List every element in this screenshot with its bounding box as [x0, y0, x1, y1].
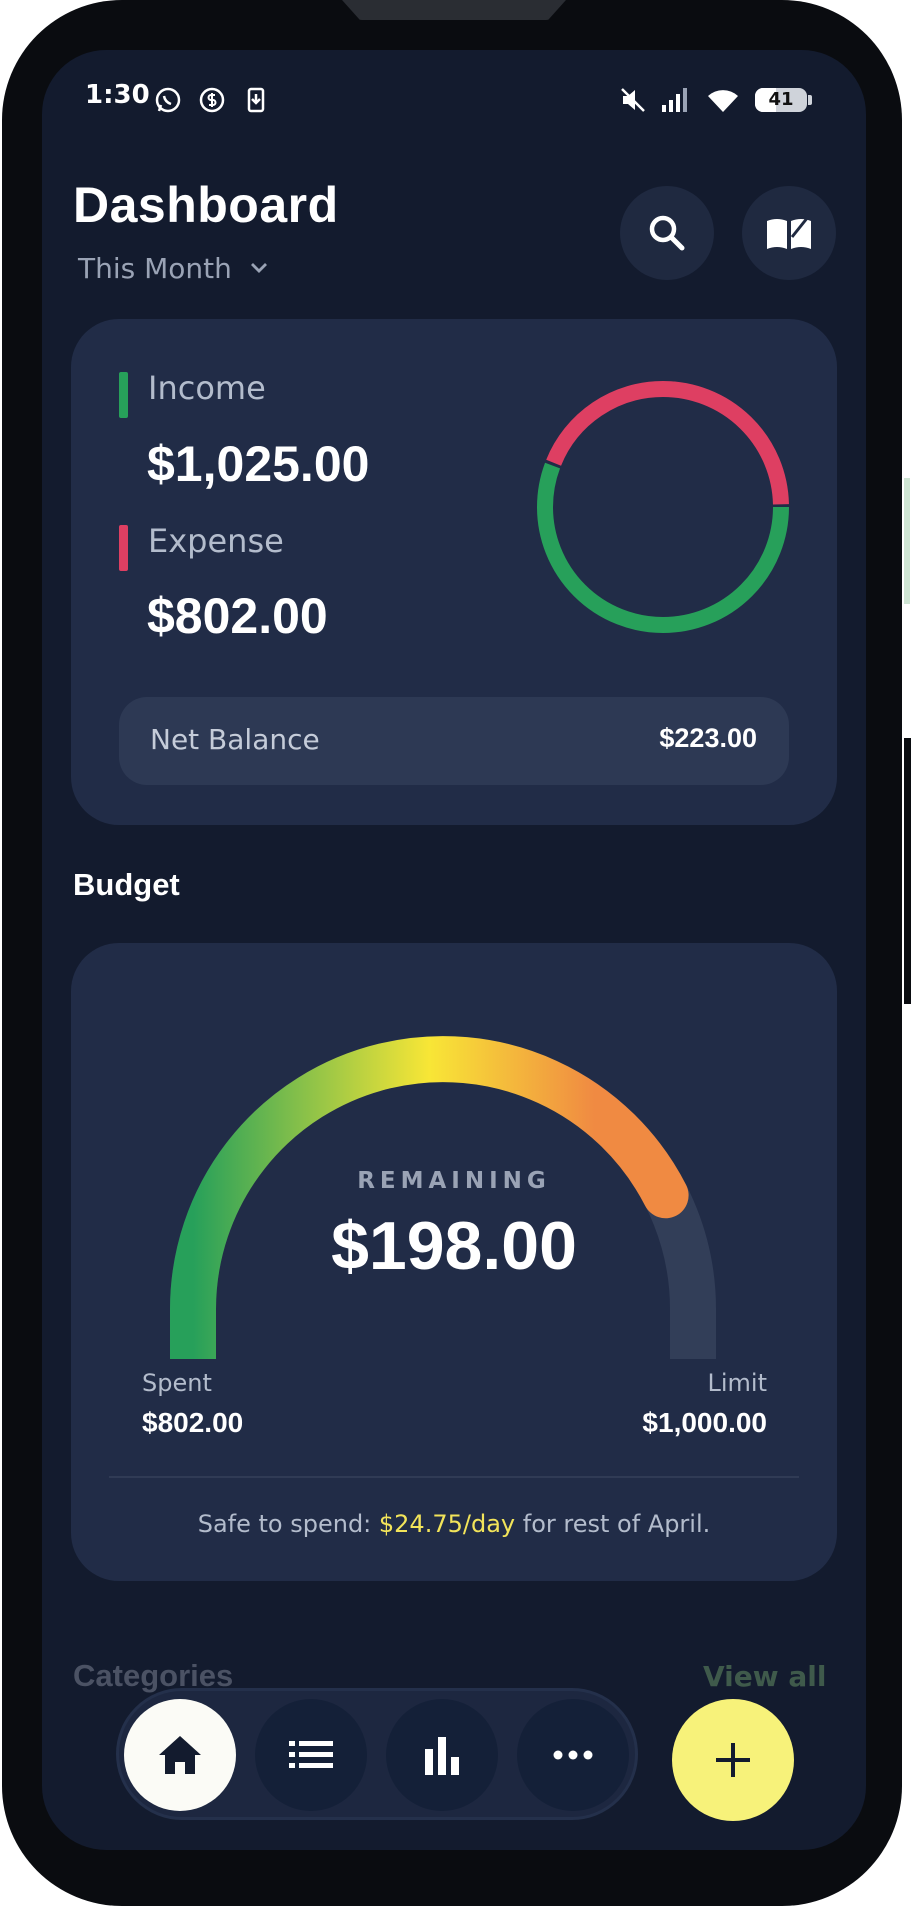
chart-icon: [425, 1737, 459, 1775]
net-balance-amount: $223.00: [659, 723, 757, 753]
limit-label: Limit: [707, 1369, 768, 1397]
safe-daily-rate: $24.75/day: [378, 1510, 516, 1538]
income-indicator: [119, 372, 128, 418]
net-balance-label: Net Balance: [150, 723, 320, 756]
net-balance-row: Net Balance $223.00: [119, 697, 789, 785]
safe-prefix: Safe to spend:: [197, 1510, 379, 1538]
signal-icon: [662, 88, 687, 112]
download-icon: [247, 87, 265, 113]
battery-tip: [808, 95, 812, 105]
budget-card: REMAINING $198.00 Spent $802.00 Limit $1…: [71, 943, 837, 1581]
phone-frame: 1:30 41 Dashboard This Month Income $1,0…: [2, 0, 902, 1906]
period-selector[interactable]: This Month: [78, 250, 270, 286]
app-screen: 1:30 41 Dashboard This Month Income $1,0…: [42, 50, 866, 1850]
spent-amount: $802.00: [142, 1407, 244, 1438]
power-button: [904, 738, 911, 1004]
volume-button: [904, 478, 910, 604]
divider: [109, 1476, 799, 1478]
safe-suffix: for rest of April.: [515, 1510, 711, 1538]
more-icon: [553, 1750, 593, 1760]
remaining-amount: $198.00: [331, 1208, 577, 1284]
battery-level: 41: [768, 89, 794, 110]
summary-card: Income $1,025.00 Expense $802.00 Net Bal…: [71, 319, 837, 825]
nav-stats[interactable]: [386, 1699, 498, 1811]
guide-button[interactable]: [742, 186, 836, 280]
whatsapp-icon: [155, 87, 181, 113]
search-button[interactable]: [620, 186, 714, 280]
list-icon: [289, 1741, 333, 1768]
expense-indicator: [119, 525, 128, 571]
page-title: Dashboard: [73, 177, 339, 233]
budget-section-title: Budget: [73, 867, 180, 902]
view-all-link[interactable]: View all: [703, 1660, 826, 1693]
nav-more[interactable]: [517, 1699, 629, 1811]
income-amount: $1,025.00: [147, 436, 370, 492]
expense-label: Expense: [148, 522, 284, 560]
income-label: Income: [148, 369, 266, 407]
mute-icon: [621, 88, 645, 112]
nav-transactions[interactable]: [255, 1699, 367, 1811]
plus-icon: [716, 1743, 750, 1777]
search-icon: [649, 215, 685, 251]
book-icon: [767, 216, 811, 249]
chevron-down-icon: [250, 263, 267, 273]
safe-to-spend-text: Safe to spend: $24.75/day for rest of Ap…: [71, 1510, 837, 1538]
period-label: This Month: [78, 251, 232, 285]
status-bar: 1:30 41: [42, 80, 866, 120]
add-transaction-button[interactable]: [672, 1699, 794, 1821]
camera-notch: [342, 0, 566, 20]
wifi-icon: [708, 90, 738, 112]
spent-label: Spent: [142, 1369, 212, 1397]
limit-amount: $1,000.00: [642, 1407, 767, 1438]
remaining-label: REMAINING: [357, 1168, 551, 1194]
expense-amount: $802.00: [147, 588, 328, 644]
battery-icon: 41: [755, 88, 807, 112]
home-icon: [159, 1736, 201, 1774]
income-expense-donut: [537, 381, 789, 633]
money-icon: [199, 87, 225, 113]
status-time: 1:30: [85, 80, 150, 110]
nav-home[interactable]: [124, 1699, 236, 1811]
